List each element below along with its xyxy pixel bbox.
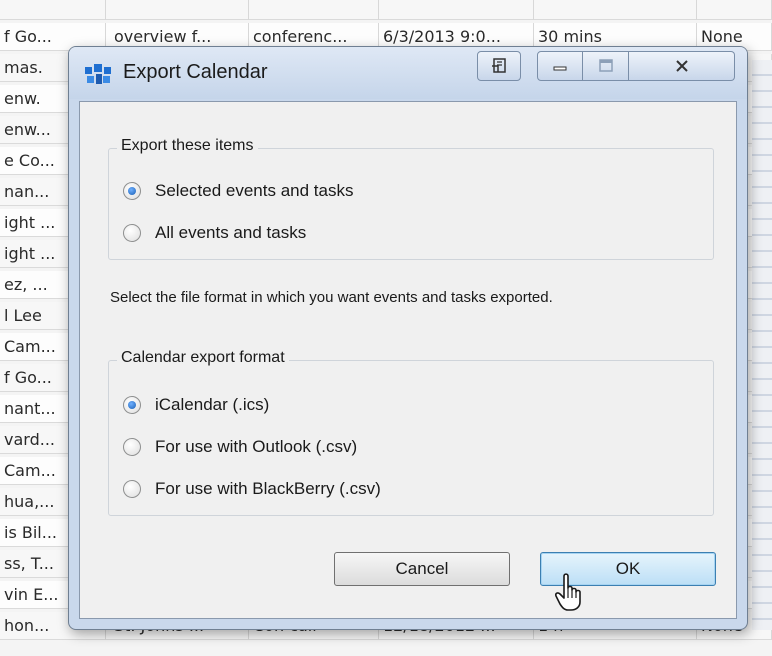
export-format-legend: Calendar export format — [117, 349, 289, 367]
radio-blackberry[interactable]: For use with BlackBerry (.csv) — [123, 479, 381, 499]
minimize-icon — [553, 66, 567, 71]
radio-outlook[interactable]: For use with Outlook (.csv) — [123, 437, 357, 457]
export-calendar-dialog: Export Calendar Export these items Selec… — [68, 46, 748, 630]
table-cell — [0, 0, 106, 20]
export-items-group: Export these items Selected events and t… — [108, 137, 714, 260]
radio-label: All events and tasks — [155, 223, 307, 242]
radio-button-checked[interactable] — [123, 396, 141, 414]
radio-selected-events[interactable]: Selected events and tasks — [123, 181, 353, 201]
hand-cursor-icon — [555, 573, 581, 611]
export-items-legend: Export these items — [117, 137, 258, 155]
radio-button[interactable] — [123, 224, 141, 242]
dialog-body: Export these items Selected events and t… — [79, 101, 737, 619]
radio-button[interactable] — [123, 480, 141, 498]
background-scroll-edge — [752, 60, 772, 630]
table-cell — [697, 0, 772, 20]
radio-label: For use with BlackBerry (.csv) — [155, 479, 381, 498]
table-cell — [534, 0, 697, 20]
restore-icon — [492, 58, 506, 73]
table-cell — [110, 0, 249, 20]
table-cell — [379, 0, 534, 20]
export-format-group: Calendar export format iCalendar (.ics) … — [108, 349, 714, 516]
table-cell — [249, 0, 379, 20]
radio-button-checked[interactable] — [123, 182, 141, 200]
radio-label: Selected events and tasks — [155, 181, 354, 200]
dialog-title: Export Calendar — [123, 61, 268, 83]
close-button[interactable] — [629, 51, 735, 81]
restore-button[interactable] — [477, 51, 521, 81]
radio-icalendar[interactable]: iCalendar (.ics) — [123, 395, 269, 415]
maximize-button[interactable] — [583, 51, 629, 81]
radio-button[interactable] — [123, 438, 141, 456]
title-bar: Export Calendar — [69, 47, 747, 99]
radio-all-events[interactable]: All events and tasks — [123, 223, 306, 243]
format-description: Select the file format in which you want… — [110, 289, 553, 306]
table-row[interactable] — [0, 0, 772, 20]
radio-label: iCalendar (.ics) — [155, 395, 270, 414]
app-icon — [85, 64, 111, 84]
close-icon — [675, 60, 688, 72]
radio-label: For use with Outlook (.csv) — [155, 437, 358, 456]
maximize-icon — [598, 59, 613, 72]
minimize-button[interactable] — [537, 51, 583, 81]
cancel-button[interactable]: Cancel — [334, 552, 510, 586]
